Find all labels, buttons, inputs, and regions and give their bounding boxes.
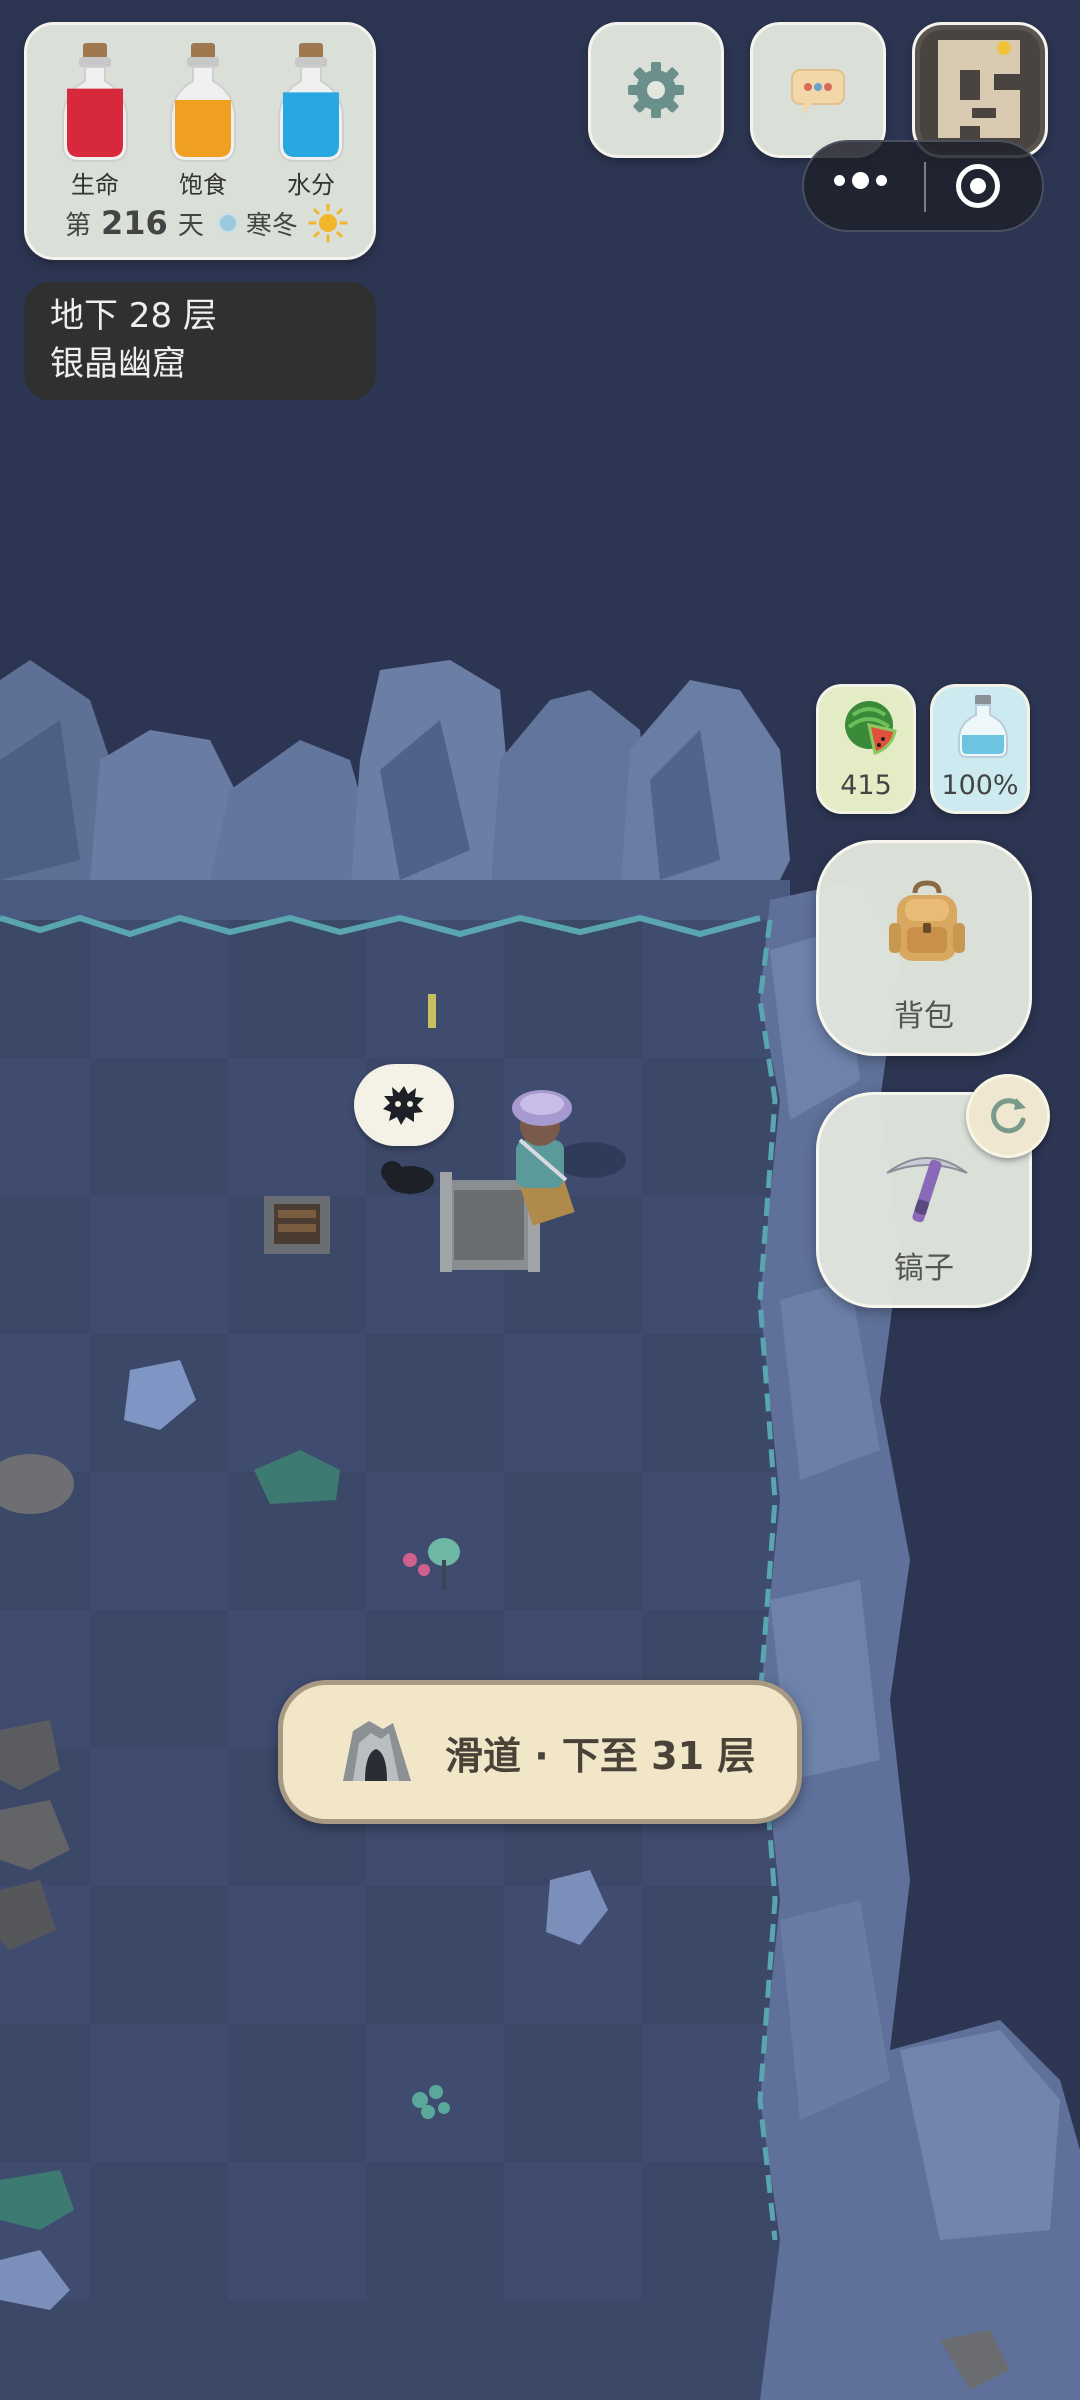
location-panel: 地下 28 层 银晶幽窟 (24, 282, 376, 400)
refresh-button[interactable] (966, 1074, 1050, 1158)
pet-speech-bubble[interactable] (354, 1064, 454, 1146)
minimap-button[interactable] (912, 22, 1048, 158)
capsule-divider (924, 162, 926, 212)
floor-label: 地下 28 层 (50, 296, 217, 336)
refresh-icon (991, 1098, 1026, 1134)
day-suffix: 天 (177, 210, 204, 241)
pickaxe-label: 镐子 (894, 1251, 954, 1286)
sun-icon (308, 203, 348, 243)
chat-button[interactable] (750, 22, 886, 158)
backpack-button[interactable]: 背包 (816, 840, 1032, 1056)
water-counter[interactable]: 100% (930, 684, 1030, 814)
satiety-bottle-icon (170, 43, 236, 162)
health-bottle-fill (67, 88, 123, 157)
black-cat-face-icon (383, 1086, 424, 1125)
backpack-label: 背包 (894, 999, 954, 1034)
minimap-icon (920, 30, 1040, 150)
status-panel: 生命 饱食 水分 第 216 天 寒冬 (24, 22, 376, 260)
season-label: 寒冬 (245, 210, 298, 241)
satiety-label: 饱食 (179, 171, 227, 199)
more-menu-icon[interactable] (834, 172, 887, 189)
miniprogram-capsule (802, 140, 1044, 232)
pickaxe-icon (886, 1157, 968, 1223)
water-bottle-icon (958, 695, 1008, 758)
hydration-label: 水分 (287, 171, 335, 199)
hydration-bottle-fill (283, 92, 339, 157)
day-prefix: 第 (65, 210, 92, 241)
water-value: 100% (941, 770, 1019, 801)
chute-label: 滑道 · 下至 31 层 (445, 1733, 756, 1778)
wooden-crate (264, 1196, 330, 1254)
satiety-bottle-fill (175, 100, 231, 157)
health-bottle-icon (62, 43, 128, 162)
food-counter[interactable]: 415 (816, 684, 916, 814)
settings-button[interactable] (588, 22, 724, 158)
day-counter: 第 216 天 寒冬 (65, 203, 348, 243)
chat-bubble-icon (791, 69, 845, 114)
day-number: 216 (101, 204, 168, 242)
close-miniprogram-icon[interactable] (956, 164, 1000, 208)
season-dot-icon (217, 213, 238, 233)
area-name: 银晶幽窟 (50, 344, 186, 384)
backpack-icon (889, 880, 965, 961)
food-value: 415 (840, 770, 892, 801)
chute-button[interactable]: 滑道 · 下至 31 层 (278, 1680, 802, 1824)
cave-entrance-icon (343, 1721, 411, 1781)
health-label: 生命 (71, 171, 119, 199)
gear-icon (628, 62, 684, 118)
hydration-bottle-icon (278, 43, 344, 162)
watermelon-icon (845, 701, 897, 755)
